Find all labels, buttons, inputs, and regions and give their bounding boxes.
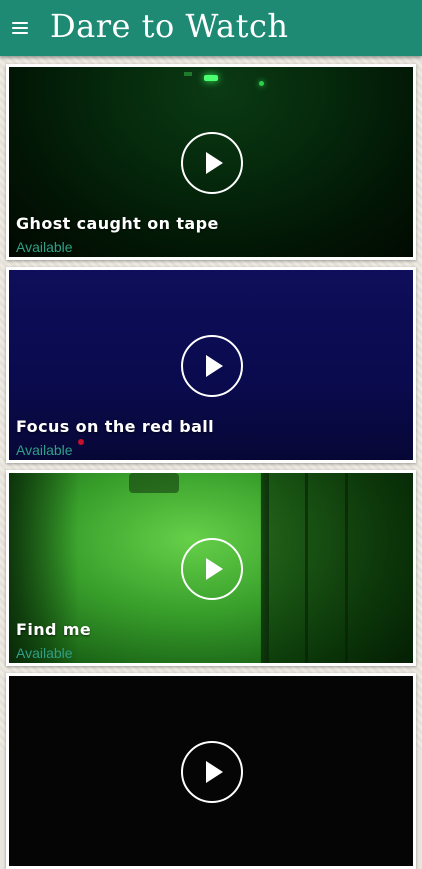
video-status: Available	[16, 239, 73, 255]
video-feed[interactable]: Ghost caught on tape Available Focus on …	[0, 56, 422, 869]
video-card[interactable]: Focus on the red ball Available	[6, 267, 416, 463]
video-card[interactable]: Find me Available	[6, 470, 416, 666]
menu-bar	[12, 27, 28, 29]
thumbnail-light	[204, 75, 218, 81]
menu-bar	[12, 32, 28, 34]
video-status: Available	[16, 645, 73, 661]
play-button[interactable]	[181, 741, 243, 803]
video-card[interactable]: Ghost caught on tape Available	[6, 64, 416, 260]
video-thumbnail[interactable]: Ghost caught on tape Available	[9, 67, 413, 257]
red-ball	[78, 439, 84, 445]
thumbnail-light	[259, 81, 264, 86]
menu-bar	[12, 22, 28, 24]
shadow-top	[129, 473, 179, 493]
video-title: Focus on the red ball	[16, 417, 215, 436]
door-frame	[305, 473, 308, 663]
video-title: Ghost caught on tape	[16, 214, 219, 233]
door-frame	[261, 473, 269, 663]
play-button[interactable]	[181, 538, 243, 600]
hamburger-menu-icon[interactable]	[12, 19, 30, 35]
video-status: Available	[16, 442, 73, 458]
video-title: Find me	[16, 620, 92, 639]
app-title: Dare to Watch	[50, 7, 289, 45]
app-header: Dare to Watch	[0, 0, 422, 56]
video-thumbnail[interactable]: Find me Available	[9, 473, 413, 663]
door-frame	[345, 473, 348, 663]
video-card[interactable]	[6, 673, 416, 869]
thumbnail-light	[184, 72, 192, 76]
video-thumbnail[interactable]	[9, 676, 413, 866]
play-button[interactable]	[181, 132, 243, 194]
video-thumbnail[interactable]: Focus on the red ball Available	[9, 270, 413, 460]
play-button[interactable]	[181, 335, 243, 397]
